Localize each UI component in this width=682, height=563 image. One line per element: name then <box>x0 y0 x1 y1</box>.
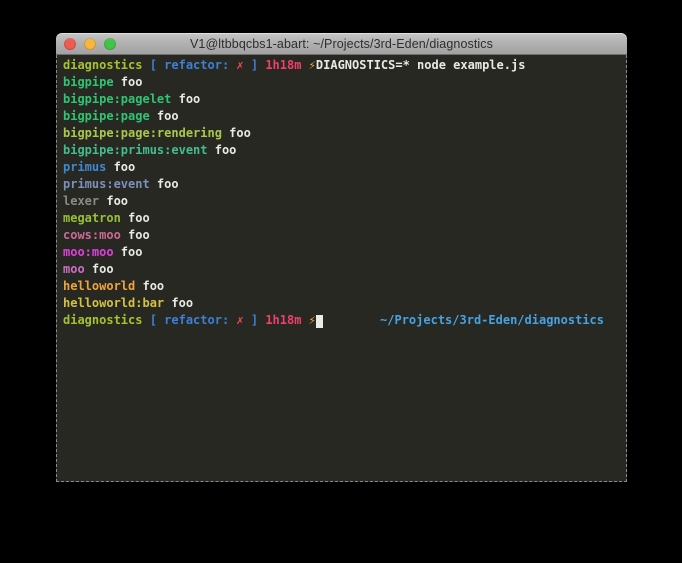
log-line: bigpipe:page:rendering foo <box>63 125 626 142</box>
log-namespace: helloworld <box>63 278 135 295</box>
log-namespace: bigpipe:page:rendering <box>63 125 222 142</box>
prompt-dirty-flag: ✗ <box>236 312 243 329</box>
log-message: foo <box>114 244 143 261</box>
log-namespace: cows:moo <box>63 227 121 244</box>
prompt-bolt-icon: ⚡ <box>301 57 315 74</box>
log-namespace: bigpipe:pagelet <box>63 91 171 108</box>
prompt-bracket: ] <box>244 312 266 329</box>
command-text: DIAGNOSTICS=* node example.js <box>316 57 526 74</box>
log-namespace: primus <box>63 159 106 176</box>
log-message: foo <box>150 176 179 193</box>
prompt-duration: 1h18m <box>265 312 301 329</box>
log-message: foo <box>135 278 164 295</box>
prompt-branch-name: diagnostics <box>63 57 142 74</box>
log-message: foo <box>99 193 128 210</box>
window-title: V1@ltbbqcbs1-abart: ~/Projects/3rd-Eden/… <box>56 33 627 54</box>
prompt-line: diagnostics [ refactor: ✗ ] 1h18m ⚡DIAGN… <box>63 57 626 74</box>
log-message: foo <box>121 227 150 244</box>
prompt-bracket: [ refactor: <box>142 312 236 329</box>
prompt-duration: 1h18m <box>265 57 301 74</box>
terminal-cursor <box>316 315 323 328</box>
log-line: bigpipe:primus:event foo <box>63 142 626 159</box>
log-namespace: moo <box>63 261 85 278</box>
log-line: bigpipe:page foo <box>63 108 626 125</box>
log-message: foo <box>114 74 143 91</box>
log-namespace: primus:event <box>63 176 150 193</box>
log-message: foo <box>85 261 114 278</box>
prompt-bolt-icon: ⚡ <box>301 312 315 329</box>
log-line: lexer foo <box>63 193 626 210</box>
prompt-bracket: [ refactor: <box>142 57 236 74</box>
log-line: moo foo <box>63 261 626 278</box>
log-namespace: megatron <box>63 210 121 227</box>
log-message: foo <box>164 295 193 312</box>
log-namespace: bigpipe:page <box>63 108 150 125</box>
log-namespace: moo:moo <box>63 244 114 261</box>
log-line: moo:moo foo <box>63 244 626 261</box>
log-message: foo <box>208 142 237 159</box>
log-namespace: bigpipe <box>63 74 114 91</box>
log-line: bigpipe:pagelet foo <box>63 91 626 108</box>
terminal-output[interactable]: diagnostics [ refactor: ✗ ] 1h18m ⚡DIAGN… <box>56 55 627 482</box>
prompt-line: diagnostics [ refactor: ✗ ] 1h18m ⚡ ~/Pro… <box>63 312 626 329</box>
log-line: primus foo <box>63 159 626 176</box>
log-message: foo <box>171 91 200 108</box>
log-line: helloworld:bar foo <box>63 295 626 312</box>
log-message: foo <box>150 108 179 125</box>
log-message: foo <box>121 210 150 227</box>
log-line: megatron foo <box>63 210 626 227</box>
log-line: helloworld foo <box>63 278 626 295</box>
log-message: foo <box>106 159 135 176</box>
log-namespace: lexer <box>63 193 99 210</box>
prompt-dirty-flag: ✗ <box>236 57 243 74</box>
terminal-window: V1@ltbbqcbs1-abart: ~/Projects/3rd-Eden/… <box>56 33 627 482</box>
log-namespace: bigpipe:primus:event <box>63 142 208 159</box>
prompt-cwd: ~/Projects/3rd-Eden/diagnostics <box>380 312 604 329</box>
log-namespace: helloworld:bar <box>63 295 164 312</box>
prompt-bracket: ] <box>244 57 266 74</box>
log-line: cows:moo foo <box>63 227 626 244</box>
window-titlebar[interactable]: V1@ltbbqcbs1-abart: ~/Projects/3rd-Eden/… <box>56 33 627 55</box>
log-line: bigpipe foo <box>63 74 626 91</box>
log-message: foo <box>222 125 251 142</box>
log-line: primus:event foo <box>63 176 626 193</box>
prompt-branch-name: diagnostics <box>63 312 142 329</box>
